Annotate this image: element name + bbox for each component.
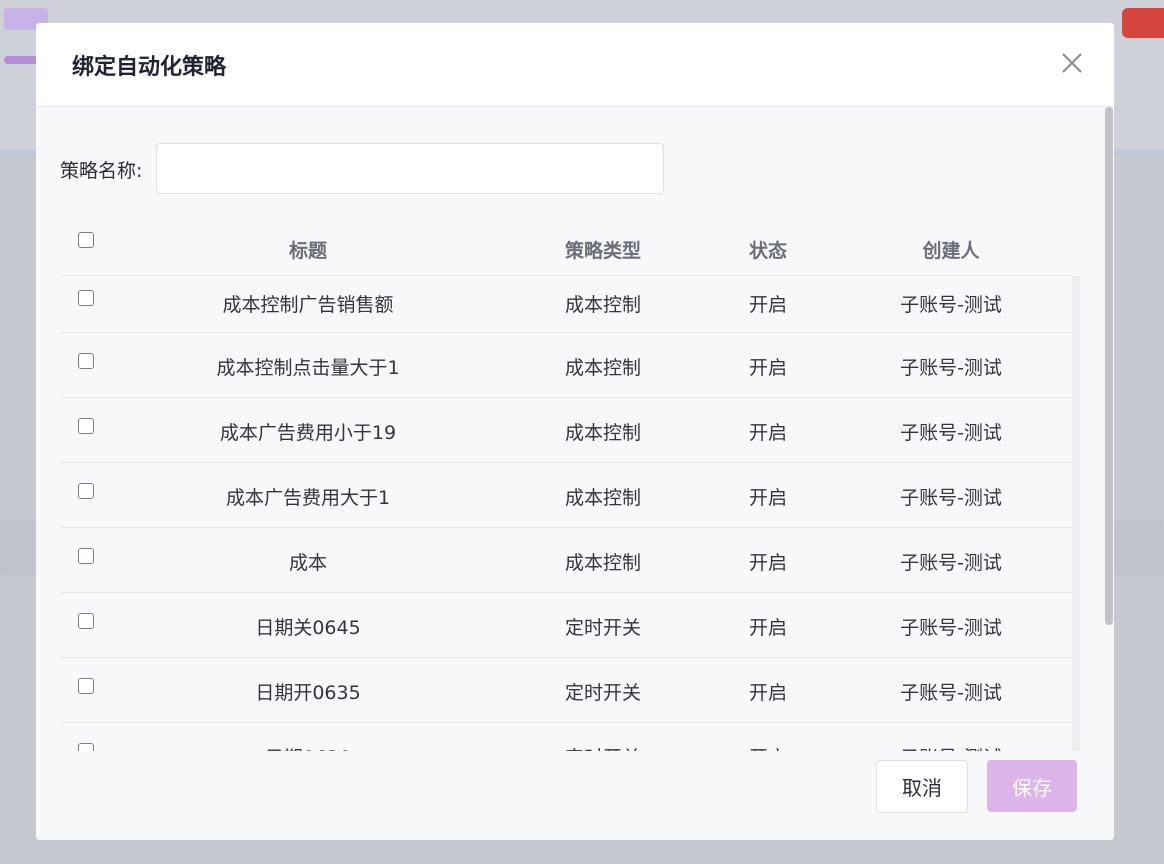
strategy-name-label: 策略名称: xyxy=(60,160,143,182)
close-icon xyxy=(1062,53,1082,73)
table-row[interactable]: 成本广告费用大于1 成本控制 开启 子账号-测试 xyxy=(60,463,1072,528)
row-type: 成本控制 xyxy=(564,552,642,574)
row-status: 开启 xyxy=(748,294,788,316)
row-type: 成本控制 xyxy=(564,294,642,316)
background-block xyxy=(1114,520,1164,576)
save-button[interactable]: 保存 xyxy=(987,760,1077,812)
row-status: 开启 xyxy=(748,617,788,639)
row-title: 成本控制点击量大于1 xyxy=(216,357,400,379)
background-block xyxy=(0,520,36,576)
row-status: 开启 xyxy=(748,422,788,444)
row-title: 日期开0635 xyxy=(255,682,361,704)
row-checkbox[interactable] xyxy=(78,418,94,434)
row-status: 开启 xyxy=(748,552,788,574)
column-header-creator: 创建人 xyxy=(922,240,980,262)
table-row[interactable]: 日期开0635 定时开关 开启 子账号-测试 xyxy=(60,658,1072,723)
row-checkbox[interactable] xyxy=(78,613,94,629)
row-creator: 子账号-测试 xyxy=(900,294,1002,316)
row-type: 成本控制 xyxy=(564,487,642,509)
bind-strategy-dialog: 绑定自动化策略 策略名称: 标题 策略类型 状态 创建人 成本控制广告销售额 成… xyxy=(36,23,1114,840)
row-type: 定时开关 xyxy=(564,682,642,704)
dialog-scrollbar[interactable] xyxy=(1105,107,1113,625)
dialog-body: 策略名称: 标题 策略类型 状态 创建人 成本控制广告销售额 成本控制 开启 子… xyxy=(36,107,1114,840)
row-status: 开启 xyxy=(748,357,788,379)
select-all-checkbox[interactable] xyxy=(78,232,94,248)
dialog-title: 绑定自动化策略 xyxy=(72,55,227,80)
row-title: 成本控制广告销售额 xyxy=(222,294,394,316)
row-type: 定时开关 xyxy=(564,617,642,639)
column-header-status: 状态 xyxy=(748,240,788,262)
row-title: 成本 xyxy=(288,552,328,574)
column-header-title: 标题 xyxy=(288,240,328,262)
cancel-button[interactable]: 取消 xyxy=(876,760,968,813)
row-creator: 子账号-测试 xyxy=(900,487,1002,509)
table-row[interactable]: 成本控制点击量大于1 成本控制 开启 子账号-测试 xyxy=(60,333,1072,398)
row-status: 开启 xyxy=(748,682,788,704)
row-type: 成本控制 xyxy=(564,422,642,444)
row-creator: 子账号-测试 xyxy=(900,552,1002,574)
row-creator: 子账号-测试 xyxy=(900,617,1002,639)
table-row[interactable]: 成本广告费用小于19 成本控制 开启 子账号-测试 xyxy=(60,398,1072,463)
row-status: 开启 xyxy=(748,487,788,509)
table-row[interactable]: 成本控制广告销售额 成本控制 开启 子账号-测试 xyxy=(60,276,1072,333)
strategy-name-input[interactable] xyxy=(156,143,664,194)
background-badge xyxy=(1122,8,1164,38)
table-row[interactable]: 成本 成本控制 开启 子账号-测试 xyxy=(60,528,1072,593)
row-title: 成本广告费用小于19 xyxy=(219,422,397,444)
close-button[interactable] xyxy=(1060,51,1084,75)
dialog-header: 绑定自动化策略 xyxy=(36,23,1114,107)
row-creator: 子账号-测试 xyxy=(900,682,1002,704)
row-checkbox[interactable] xyxy=(78,483,94,499)
row-checkbox[interactable] xyxy=(78,548,94,564)
row-creator: 子账号-测试 xyxy=(900,357,1002,379)
table-row[interactable]: 日期关0645 定时开关 开启 子账号-测试 xyxy=(60,593,1072,658)
row-checkbox[interactable] xyxy=(78,353,94,369)
row-checkbox[interactable] xyxy=(78,290,94,306)
column-header-type: 策略类型 xyxy=(564,240,642,262)
table-header: 标题 策略类型 状态 创建人 xyxy=(60,219,1072,276)
row-type: 成本控制 xyxy=(564,357,642,379)
row-title: 成本广告费用大于1 xyxy=(225,487,391,509)
row-title: 日期关0645 xyxy=(255,617,361,639)
row-checkbox[interactable] xyxy=(78,678,94,694)
row-creator: 子账号-测试 xyxy=(900,422,1002,444)
